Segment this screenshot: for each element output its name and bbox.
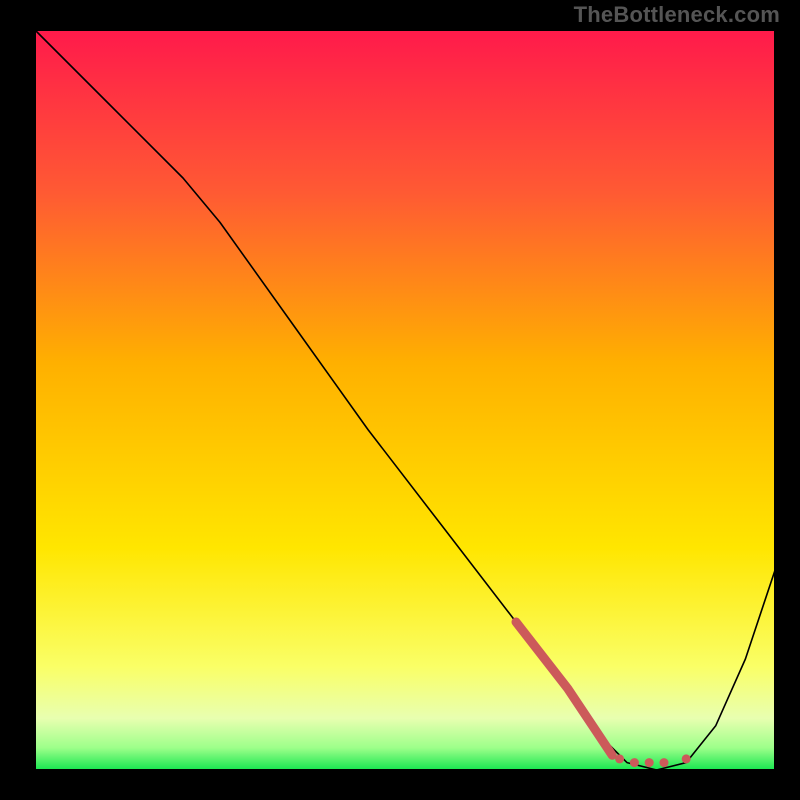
highlight-dot <box>630 758 639 767</box>
highlight-dot <box>682 754 691 763</box>
watermark-label: TheBottleneck.com <box>574 2 780 28</box>
highlight-dot <box>615 754 624 763</box>
highlight-dot <box>660 758 669 767</box>
highlight-dot <box>645 758 654 767</box>
chart-canvas <box>0 0 800 800</box>
